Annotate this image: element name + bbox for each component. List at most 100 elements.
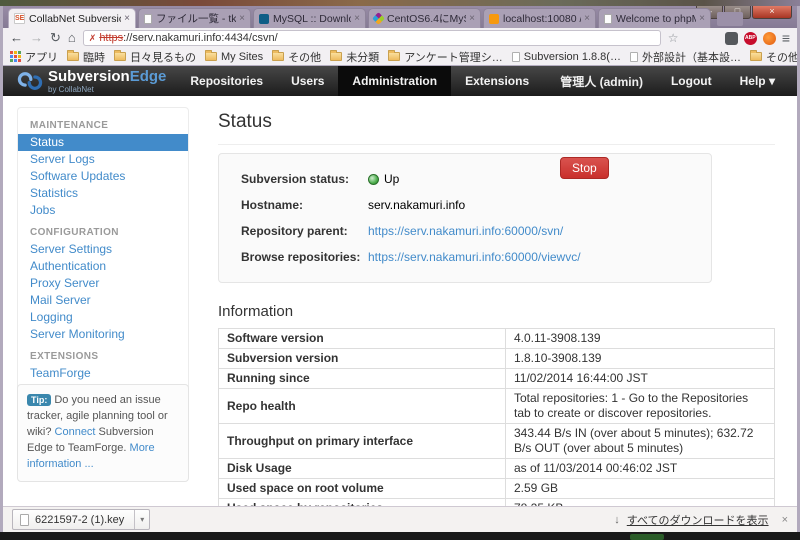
bookmark-apps[interactable]: アプリ <box>10 49 58 65</box>
folder-icon <box>114 50 126 61</box>
logo-byline: by CollabNet <box>48 84 94 94</box>
bookmark-label: 日々見るもの <box>130 51 196 64</box>
nav-repositories[interactable]: Repositories <box>176 66 277 96</box>
bookmark-star-icon[interactable]: ☆ <box>668 31 679 45</box>
sidebar-item-server-settings[interactable]: Server Settings <box>18 241 188 258</box>
sidebar-item-status[interactable]: Status <box>18 134 188 151</box>
tip-connect-link[interactable]: Connect <box>55 426 96 438</box>
table-row: Disk Usage as of 11/03/2014 00:46:02 JST <box>218 458 775 479</box>
title-divider <box>218 144 775 145</box>
sidebar-item-proxy-server[interactable]: Proxy Server <box>18 275 188 292</box>
info-label: Repo health <box>218 388 506 424</box>
header-right: 管理人 (admin) Logout Help ▾ <box>560 73 797 90</box>
nav-users[interactable]: Users <box>277 66 338 96</box>
download-item-menu-icon[interactable]: ▾ <box>134 510 149 529</box>
sidebar-item-server-logs[interactable]: Server Logs <box>18 151 188 168</box>
status-summary-box: Subversion status: Up Hostname: serv.nak… <box>218 153 712 283</box>
close-window-button[interactable]: × <box>752 6 792 19</box>
bookmark-page[interactable]: Subversion 1.8.8(… <box>511 51 621 63</box>
sidebar-item-jobs[interactable]: Jobs <box>18 202 188 219</box>
bug-extension-icon[interactable] <box>762 31 776 45</box>
chrome-menu-icon[interactable]: ≡ <box>782 30 790 46</box>
bookmarks-bar: アプリ 臨時 日々見るもの My Sites その他 未分類 アンケート管理シ… <box>3 48 797 66</box>
back-icon[interactable]: ← <box>10 29 23 47</box>
bookmark-folder[interactable]: アンケート管理シ… <box>388 49 503 65</box>
address-bar[interactable]: ✗ https ://serv.nakamuri.info:4434/csvn/ <box>82 30 661 46</box>
forward-icon[interactable]: → <box>30 29 43 47</box>
tab-title: Welcome to phpMyAd <box>616 12 697 25</box>
bookmark-label: 外部設計（基本設… <box>641 51 741 64</box>
other-bookmarks-folder[interactable]: その他のブックマーク <box>749 49 797 65</box>
evernote-extension-icon[interactable] <box>724 31 738 45</box>
sidebar: MAINTENANCE Status Server Logs Software … <box>17 107 189 410</box>
home-icon[interactable]: ⌂ <box>68 29 76 47</box>
info-value: as of 11/03/2014 00:46:02 JST <box>505 458 775 479</box>
screen: – □ × SE CollabNet Subversion × ファイル一覧 -… <box>0 0 800 540</box>
mysql-favicon <box>259 13 269 24</box>
tab-title: MySQL :: Download M <box>273 12 351 25</box>
bookmark-folder[interactable]: 臨時 <box>67 49 105 65</box>
new-tab-button[interactable] <box>717 12 743 26</box>
tip-box: Tip: Do you need an issue tracker, agile … <box>17 384 189 482</box>
sidebar-item-teamforge[interactable]: TeamForge <box>18 365 188 382</box>
taskbar-strip <box>0 532 800 540</box>
bookmark-label: My Sites <box>221 50 264 63</box>
page-icon <box>511 51 520 62</box>
folder-icon <box>388 50 401 61</box>
bookmark-folder[interactable]: 未分類 <box>330 49 379 65</box>
folder-icon <box>272 50 285 61</box>
sidebar-item-logging[interactable]: Logging <box>18 309 188 326</box>
adblock-extension-icon[interactable]: ABP <box>743 31 757 45</box>
stop-button[interactable]: Stop <box>560 157 609 179</box>
subversionedge-logo[interactable]: SubversionEdge by CollabNet <box>3 69 176 94</box>
repository-parent-link[interactable]: https://serv.nakamuri.info:60000/svn/ <box>368 218 563 244</box>
close-download-bar-icon[interactable]: × <box>782 514 788 526</box>
info-value: Total repositories: 1 - Go to the Reposi… <box>505 388 775 424</box>
tab-mysql-download[interactable]: MySQL :: Download M × <box>253 8 366 28</box>
status-up-icon <box>368 174 379 185</box>
information-heading: Information <box>218 303 294 320</box>
bookmark-folder[interactable]: 日々見るもの <box>114 49 196 65</box>
sidebar-section-configuration: CONFIGURATION <box>30 227 119 238</box>
bookmark-page[interactable]: 外部設計（基本設… <box>629 49 741 65</box>
browse-repositories-link[interactable]: https://serv.nakamuri.info:60000/viewvc/ <box>368 244 581 270</box>
table-row: Repo health Total repositories: 1 - Go to… <box>218 388 775 424</box>
sidebar-item-mail-server[interactable]: Mail Server <box>18 292 188 309</box>
tip-badge: Tip: <box>27 394 52 406</box>
logout-link[interactable]: Logout <box>671 74 712 88</box>
tab-collabnet-subversion[interactable]: SE CollabNet Subversion × <box>8 8 136 28</box>
info-value: 1.8.10-3908.139 <box>505 348 775 369</box>
tab-close-icon[interactable]: × <box>354 13 360 24</box>
sidebar-item-authentication[interactable]: Authentication <box>18 258 188 275</box>
ssl-error-icon[interactable]: ✗ <box>89 33 97 44</box>
page-title: Status <box>218 111 272 132</box>
tab-close-icon[interactable]: × <box>699 13 705 24</box>
bookmark-folder[interactable]: My Sites <box>205 50 264 63</box>
current-user-label[interactable]: 管理人 (admin) <box>560 73 643 90</box>
reload-icon[interactable]: ↻ <box>50 29 61 47</box>
tab-close-icon[interactable]: × <box>584 13 590 24</box>
tab-file-list[interactable]: ファイル一覧 - tknoteb × <box>138 8 251 28</box>
page-icon <box>629 51 638 62</box>
sidebar-item-software-updates[interactable]: Software Updates <box>18 168 188 185</box>
help-menu[interactable]: Help ▾ <box>740 74 775 88</box>
tab-localhost-phpmyadmin[interactable]: localhost:10080 / loca × <box>483 8 596 28</box>
bookmark-folder[interactable]: その他 <box>272 49 321 65</box>
tab-close-icon[interactable]: × <box>469 13 475 24</box>
download-item[interactable]: 6221597-2 (1).key ▾ <box>12 509 151 530</box>
status-row-value: Up <box>368 166 399 192</box>
tab-close-icon[interactable]: × <box>124 13 130 24</box>
phpmyadmin-favicon <box>489 13 499 24</box>
sidebar-item-statistics[interactable]: Statistics <box>18 185 188 202</box>
sidebar-item-server-monitoring[interactable]: Server Monitoring <box>18 326 188 343</box>
nav-extensions[interactable]: Extensions <box>451 66 543 96</box>
tab-welcome-phpmyadmin[interactable]: Welcome to phpMyAd × <box>598 8 711 28</box>
show-all-downloads-link[interactable]: すべてのダウンロードを表示 <box>627 512 769 528</box>
window-border-left <box>0 6 3 532</box>
table-row: Throughput on primary interface 343.44 B/… <box>218 423 775 459</box>
tab-centos[interactable]: CentOS6.4にMySQLと × <box>368 8 481 28</box>
info-label: Throughput on primary interface <box>218 423 506 459</box>
tab-close-icon[interactable]: × <box>239 13 245 24</box>
nav-administration[interactable]: Administration <box>338 66 452 96</box>
tab-strip: SE CollabNet Subversion × ファイル一覧 - tknot… <box>8 8 743 28</box>
